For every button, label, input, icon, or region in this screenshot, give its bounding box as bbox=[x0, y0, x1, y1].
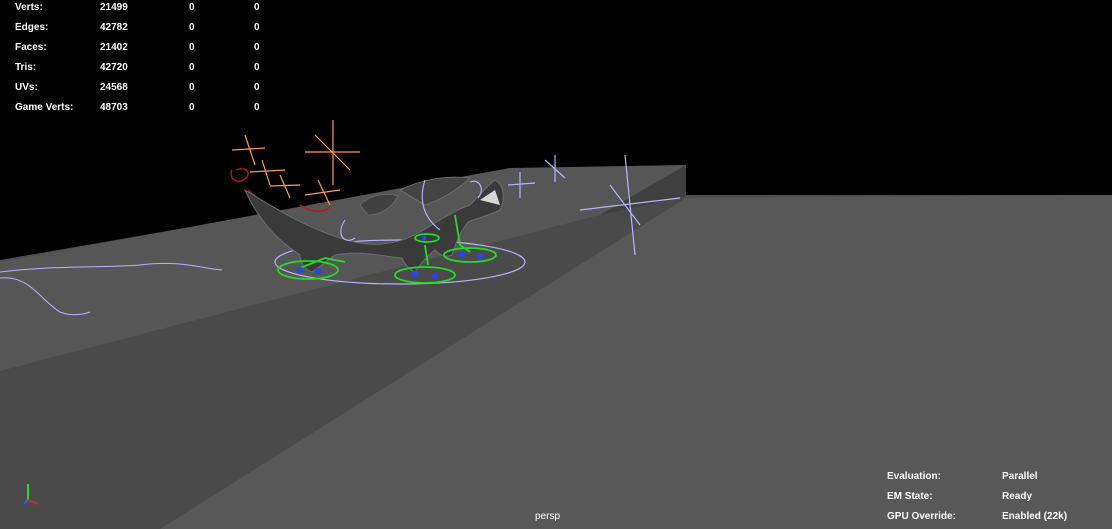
evaluation-label: Evaluation: bbox=[887, 471, 941, 482]
axis-gizmo-icon bbox=[23, 484, 39, 505]
stat-value-total: 21402 bbox=[100, 42, 128, 53]
em-state-value: Ready bbox=[1002, 491, 1033, 502]
evaluation-value: Parallel bbox=[1002, 471, 1038, 482]
stat-value-selected: 0 bbox=[189, 102, 195, 113]
stat-value-selected: 0 bbox=[189, 42, 195, 53]
camera-name-label: persp bbox=[535, 511, 561, 522]
stat-value-total: 42720 bbox=[100, 62, 128, 73]
stat-label: Verts: bbox=[15, 2, 43, 13]
stat-value-visible: 0 bbox=[254, 102, 260, 113]
gpu-override-value: Enabled (22k) bbox=[1002, 511, 1068, 522]
stat-value-selected: 0 bbox=[189, 82, 195, 93]
stat-value-selected: 0 bbox=[189, 2, 195, 13]
stat-value-visible: 0 bbox=[254, 22, 260, 33]
em-state-label: EM State: bbox=[887, 491, 933, 502]
stat-value-total: 24568 bbox=[100, 82, 128, 93]
stat-label: Faces: bbox=[15, 42, 47, 53]
scene-view[interactable] bbox=[0, 0, 1112, 529]
stat-value-total: 48703 bbox=[100, 102, 128, 113]
stat-value-total: 21499 bbox=[100, 2, 128, 13]
stat-value-visible: 0 bbox=[254, 2, 260, 13]
stat-label: Tris: bbox=[15, 62, 37, 73]
stat-label: Game Verts: bbox=[15, 102, 74, 113]
persp-viewport[interactable]: Verts: 21499 0 0 Edges: 42782 0 0 Faces:… bbox=[0, 0, 1112, 529]
stat-label: UVs: bbox=[15, 82, 38, 93]
stat-value-visible: 0 bbox=[254, 62, 260, 73]
gpu-override-label: GPU Override: bbox=[887, 511, 956, 522]
stat-value-total: 42782 bbox=[100, 22, 128, 33]
stat-value-visible: 0 bbox=[254, 82, 260, 93]
stat-label: Edges: bbox=[15, 22, 49, 33]
stat-value-selected: 0 bbox=[189, 22, 195, 33]
stat-value-selected: 0 bbox=[189, 62, 195, 73]
stat-value-visible: 0 bbox=[254, 42, 260, 53]
